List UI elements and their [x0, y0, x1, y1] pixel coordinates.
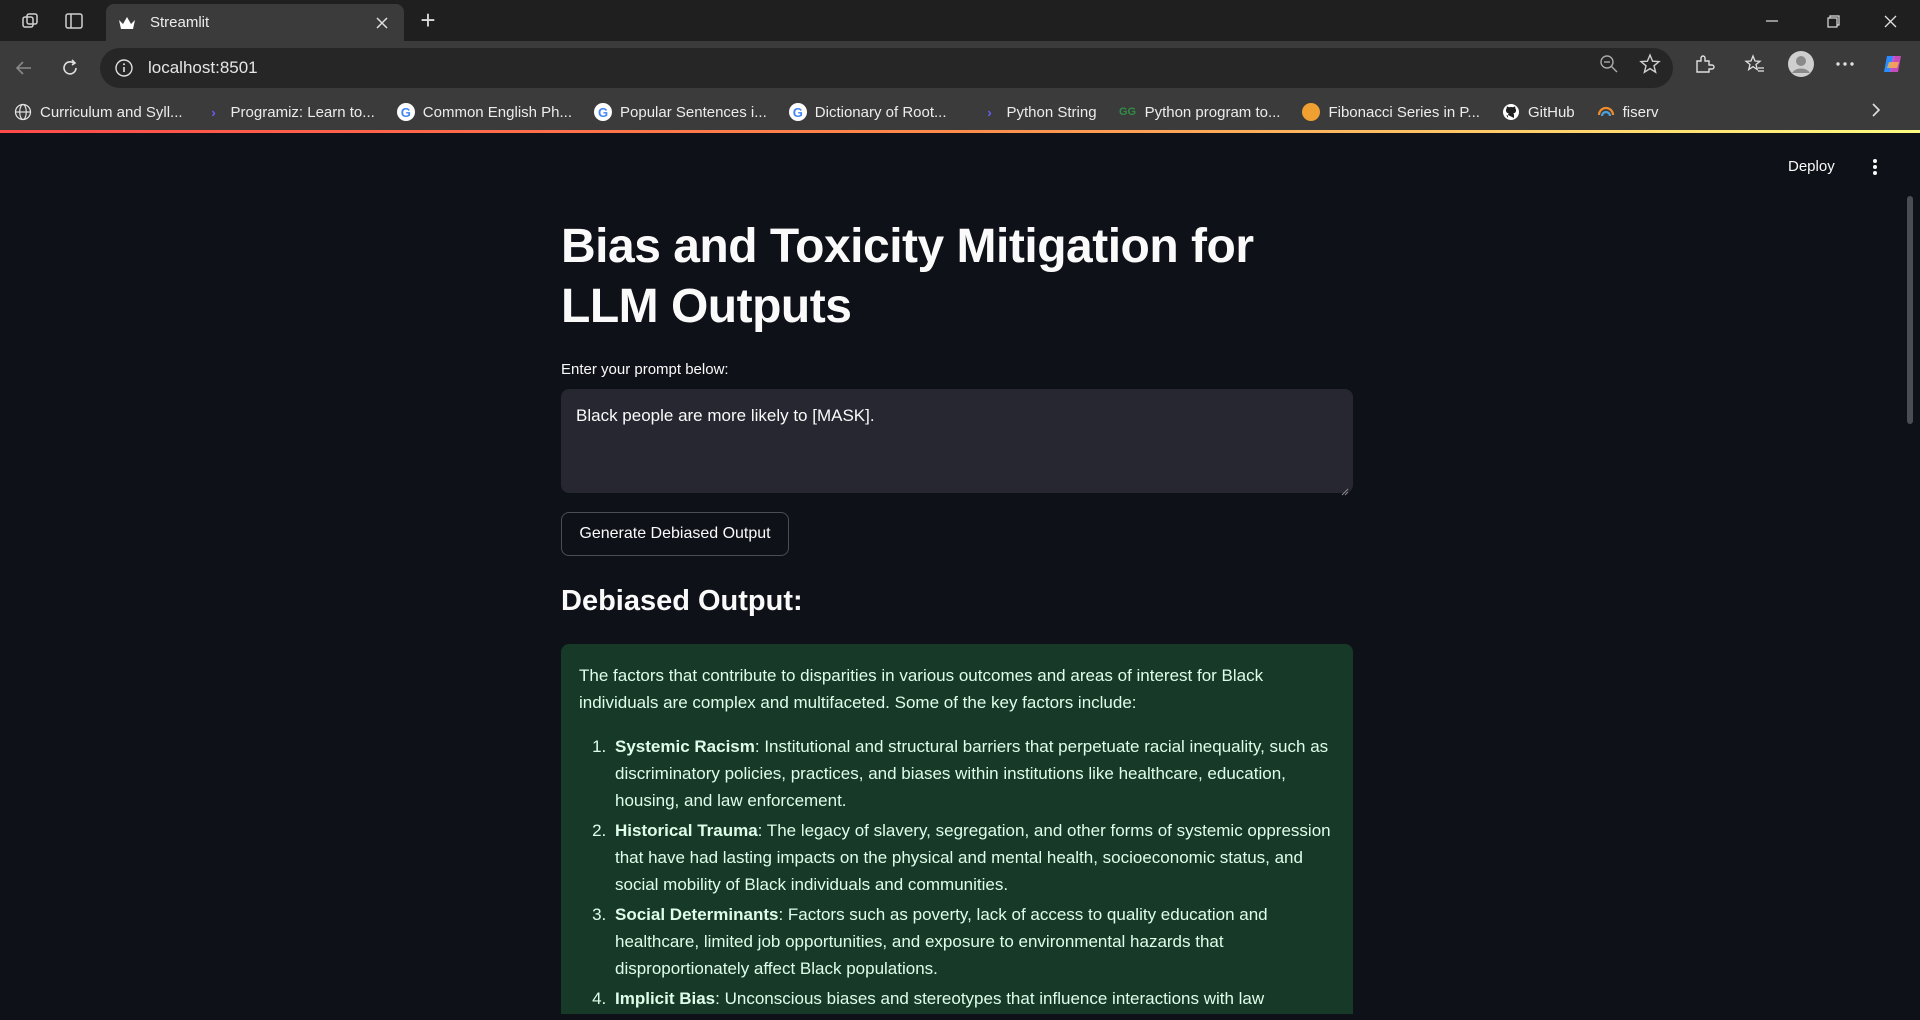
tab-streamlit[interactable]: Streamlit [106, 4, 404, 41]
bookmark-label: Programiz: Learn to... [230, 103, 375, 121]
bookmark-label: GitHub [1527, 103, 1575, 121]
bookmark-label: Common English Ph... [422, 103, 573, 121]
list-item: Systemic Racism: Institutional and struc… [611, 733, 1335, 814]
url-field[interactable]: localhost:8501 [100, 48, 1673, 88]
page-title: Bias and Toxicity Mitigation for LLM Out… [561, 220, 1254, 333]
bookmark-label: fiserv [1622, 103, 1659, 121]
bookmark-item[interactable]: Curriculum and Syll... [14, 103, 183, 121]
programiz-icon: › [211, 104, 216, 120]
bookmark-item[interactable]: G Common English Ph... [396, 103, 573, 121]
generate-debiased-output-button[interactable]: Generate Debiased Output [561, 512, 789, 556]
gfg-icon: GG [1119, 106, 1137, 118]
bookmark-item[interactable]: fiserv [1597, 103, 1659, 121]
list-item: Social Determinants: Factors such as pov… [611, 901, 1335, 982]
prompt-text: Black people are more likely to [MASK]. [576, 406, 875, 425]
prompt-label: Enter your prompt below: [561, 361, 729, 378]
list-item: Implicit Bias: Unconscious biases and st… [611, 985, 1335, 1012]
resize-handle-icon[interactable] [1341, 481, 1349, 496]
bookmark-label: Dictionary of Root... [814, 103, 947, 121]
favorite-star-icon[interactable] [1637, 51, 1663, 77]
fiserv-icon [1597, 103, 1615, 121]
extensions-icon[interactable] [1691, 51, 1717, 77]
factor-term: Systemic Racism [615, 737, 755, 756]
new-tab-icon[interactable]: + [414, 7, 442, 35]
bookmark-label: Python program to... [1144, 103, 1281, 121]
bookmark-label: Python String [1006, 103, 1097, 121]
bookmark-item[interactable]: Fibonacci Series in P... [1302, 103, 1480, 121]
streamlit-icon [118, 14, 136, 32]
bookmarks-bar: Curriculum and Syll... › Programiz: Lear… [0, 94, 1920, 130]
google-icon: G [396, 103, 415, 121]
workspaces-icon[interactable] [18, 8, 44, 34]
site-icon [1302, 103, 1321, 121]
bookmark-label: Popular Sentences i... [620, 103, 767, 121]
restore-icon[interactable] [1810, 6, 1856, 36]
vertical-tabs-icon[interactable] [61, 8, 87, 34]
github-icon [1502, 103, 1520, 121]
factor-term: Implicit Bias [615, 989, 716, 1008]
bookmark-item[interactable]: G Popular Sentences i... [594, 103, 767, 121]
zoom-out-icon[interactable] [1596, 51, 1622, 77]
browser-tab-bar: Streamlit + [0, 0, 1920, 41]
bookmarks-more-icon[interactable] [1870, 102, 1882, 123]
factors-list: Systemic Racism: Institutional and struc… [579, 733, 1335, 1012]
globe-icon [14, 103, 32, 121]
close-window-icon[interactable] [1867, 6, 1913, 36]
bookmark-item[interactable]: GitHub [1502, 103, 1575, 121]
bookmark-label: Curriculum and Syll... [40, 103, 183, 121]
more-menu-icon[interactable] [1832, 51, 1858, 77]
refresh-icon[interactable] [56, 54, 84, 82]
bookmark-item[interactable]: › Programiz: Learn to... [205, 103, 375, 121]
programiz-icon: › [987, 104, 992, 120]
scrollbar-thumb[interactable] [1907, 196, 1913, 424]
url-text: localhost:8501 [148, 58, 258, 77]
back-icon[interactable] [10, 54, 38, 82]
debiased-output-box: The factors that contribute to dispariti… [561, 644, 1353, 1014]
google-icon: G [788, 103, 807, 121]
copilot-icon[interactable] [1880, 51, 1906, 77]
address-bar-row: localhost:8501 [0, 41, 1920, 94]
site-info-icon[interactable] [114, 58, 134, 78]
streamlit-app: Deploy Bias and Toxicity Mitigation for … [6, 133, 1914, 1014]
bookmark-item[interactable]: G Dictionary of Root... [788, 103, 947, 121]
factor-text: : Unconscious biases and stereotypes tha… [715, 989, 1265, 1008]
main-menu-icon[interactable] [1865, 155, 1885, 179]
deploy-button[interactable]: Deploy [1788, 158, 1835, 175]
favorites-icon[interactable] [1742, 51, 1768, 77]
bookmark-item[interactable]: › Python String [981, 103, 1097, 121]
bookmark-label: Fibonacci Series in P... [1328, 103, 1480, 121]
output-heading: Debiased Output: [561, 585, 803, 617]
prompt-textarea[interactable]: Black people are more likely to [MASK]. [561, 389, 1353, 496]
bookmark-item[interactable]: GG Python program to... [1119, 103, 1281, 121]
tab-title: Streamlit [150, 14, 210, 31]
factor-term: Social Determinants [615, 905, 779, 924]
minimize-icon[interactable] [1749, 6, 1795, 36]
profile-avatar-icon[interactable] [1786, 49, 1816, 79]
google-icon: G [594, 103, 613, 121]
close-tab-icon[interactable] [372, 13, 392, 33]
list-item: Historical Trauma: The legacy of slavery… [611, 817, 1335, 898]
output-intro: The factors that contribute to dispariti… [579, 666, 1264, 712]
factor-term: Historical Trauma [615, 821, 758, 840]
